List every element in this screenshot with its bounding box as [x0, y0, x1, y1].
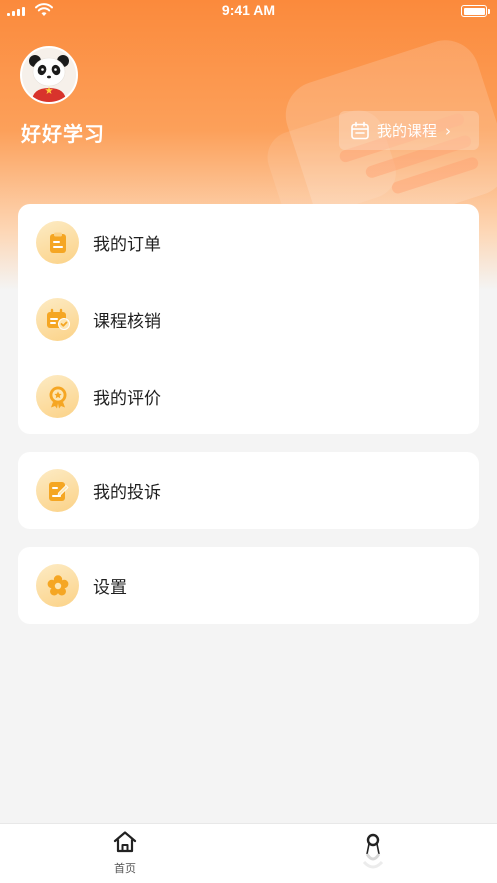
menu-card-complaints: 我的投诉	[18, 452, 479, 529]
menu-item-my-orders[interactable]: 我的订单	[18, 204, 479, 281]
menu-item-settings[interactable]: 设置	[18, 547, 479, 624]
gear-flower-icon	[36, 564, 79, 607]
tab-home-label: 首页	[114, 862, 136, 875]
bottom-tab-bar: 首页	[0, 823, 497, 883]
menu-label: 课程核销	[93, 312, 161, 332]
battery-icon	[461, 5, 490, 17]
my-courses-label: 我的课程	[377, 122, 438, 140]
user-icon	[362, 833, 384, 869]
menu-item-course-verification[interactable]: 课程核销	[18, 281, 479, 358]
status-bar: 9:41 AM	[0, 0, 497, 22]
chevron-right-icon: ›	[445, 121, 452, 140]
username: 好好学习	[21, 122, 105, 146]
verify-ticket-icon	[36, 298, 79, 341]
menu-card-main: 我的订单 课程核销 我的评价	[18, 204, 479, 434]
menu-card-settings: 设置	[18, 547, 479, 624]
panda-avatar-icon	[22, 48, 76, 102]
menu-item-my-complaints[interactable]: 我的投诉	[18, 452, 479, 529]
edit-note-icon	[36, 469, 79, 512]
calendar-icon	[351, 121, 369, 139]
tab-home[interactable]: 首页	[98, 830, 152, 876]
menu-label: 我的订单	[93, 235, 161, 255]
my-courses-button[interactable]: 我的课程 ›	[339, 111, 479, 150]
status-time: 9:41 AM	[221, 2, 276, 18]
clipboard-icon	[36, 221, 79, 264]
home-icon	[113, 831, 137, 853]
menu-label: 我的投诉	[93, 483, 161, 503]
menu-label: 设置	[93, 578, 127, 598]
menu-label: 我的评价	[93, 389, 161, 409]
star-badge-icon	[36, 375, 79, 418]
tab-mine[interactable]	[358, 830, 388, 880]
avatar[interactable]	[20, 46, 78, 104]
menu-item-my-reviews[interactable]: 我的评价	[18, 358, 479, 435]
